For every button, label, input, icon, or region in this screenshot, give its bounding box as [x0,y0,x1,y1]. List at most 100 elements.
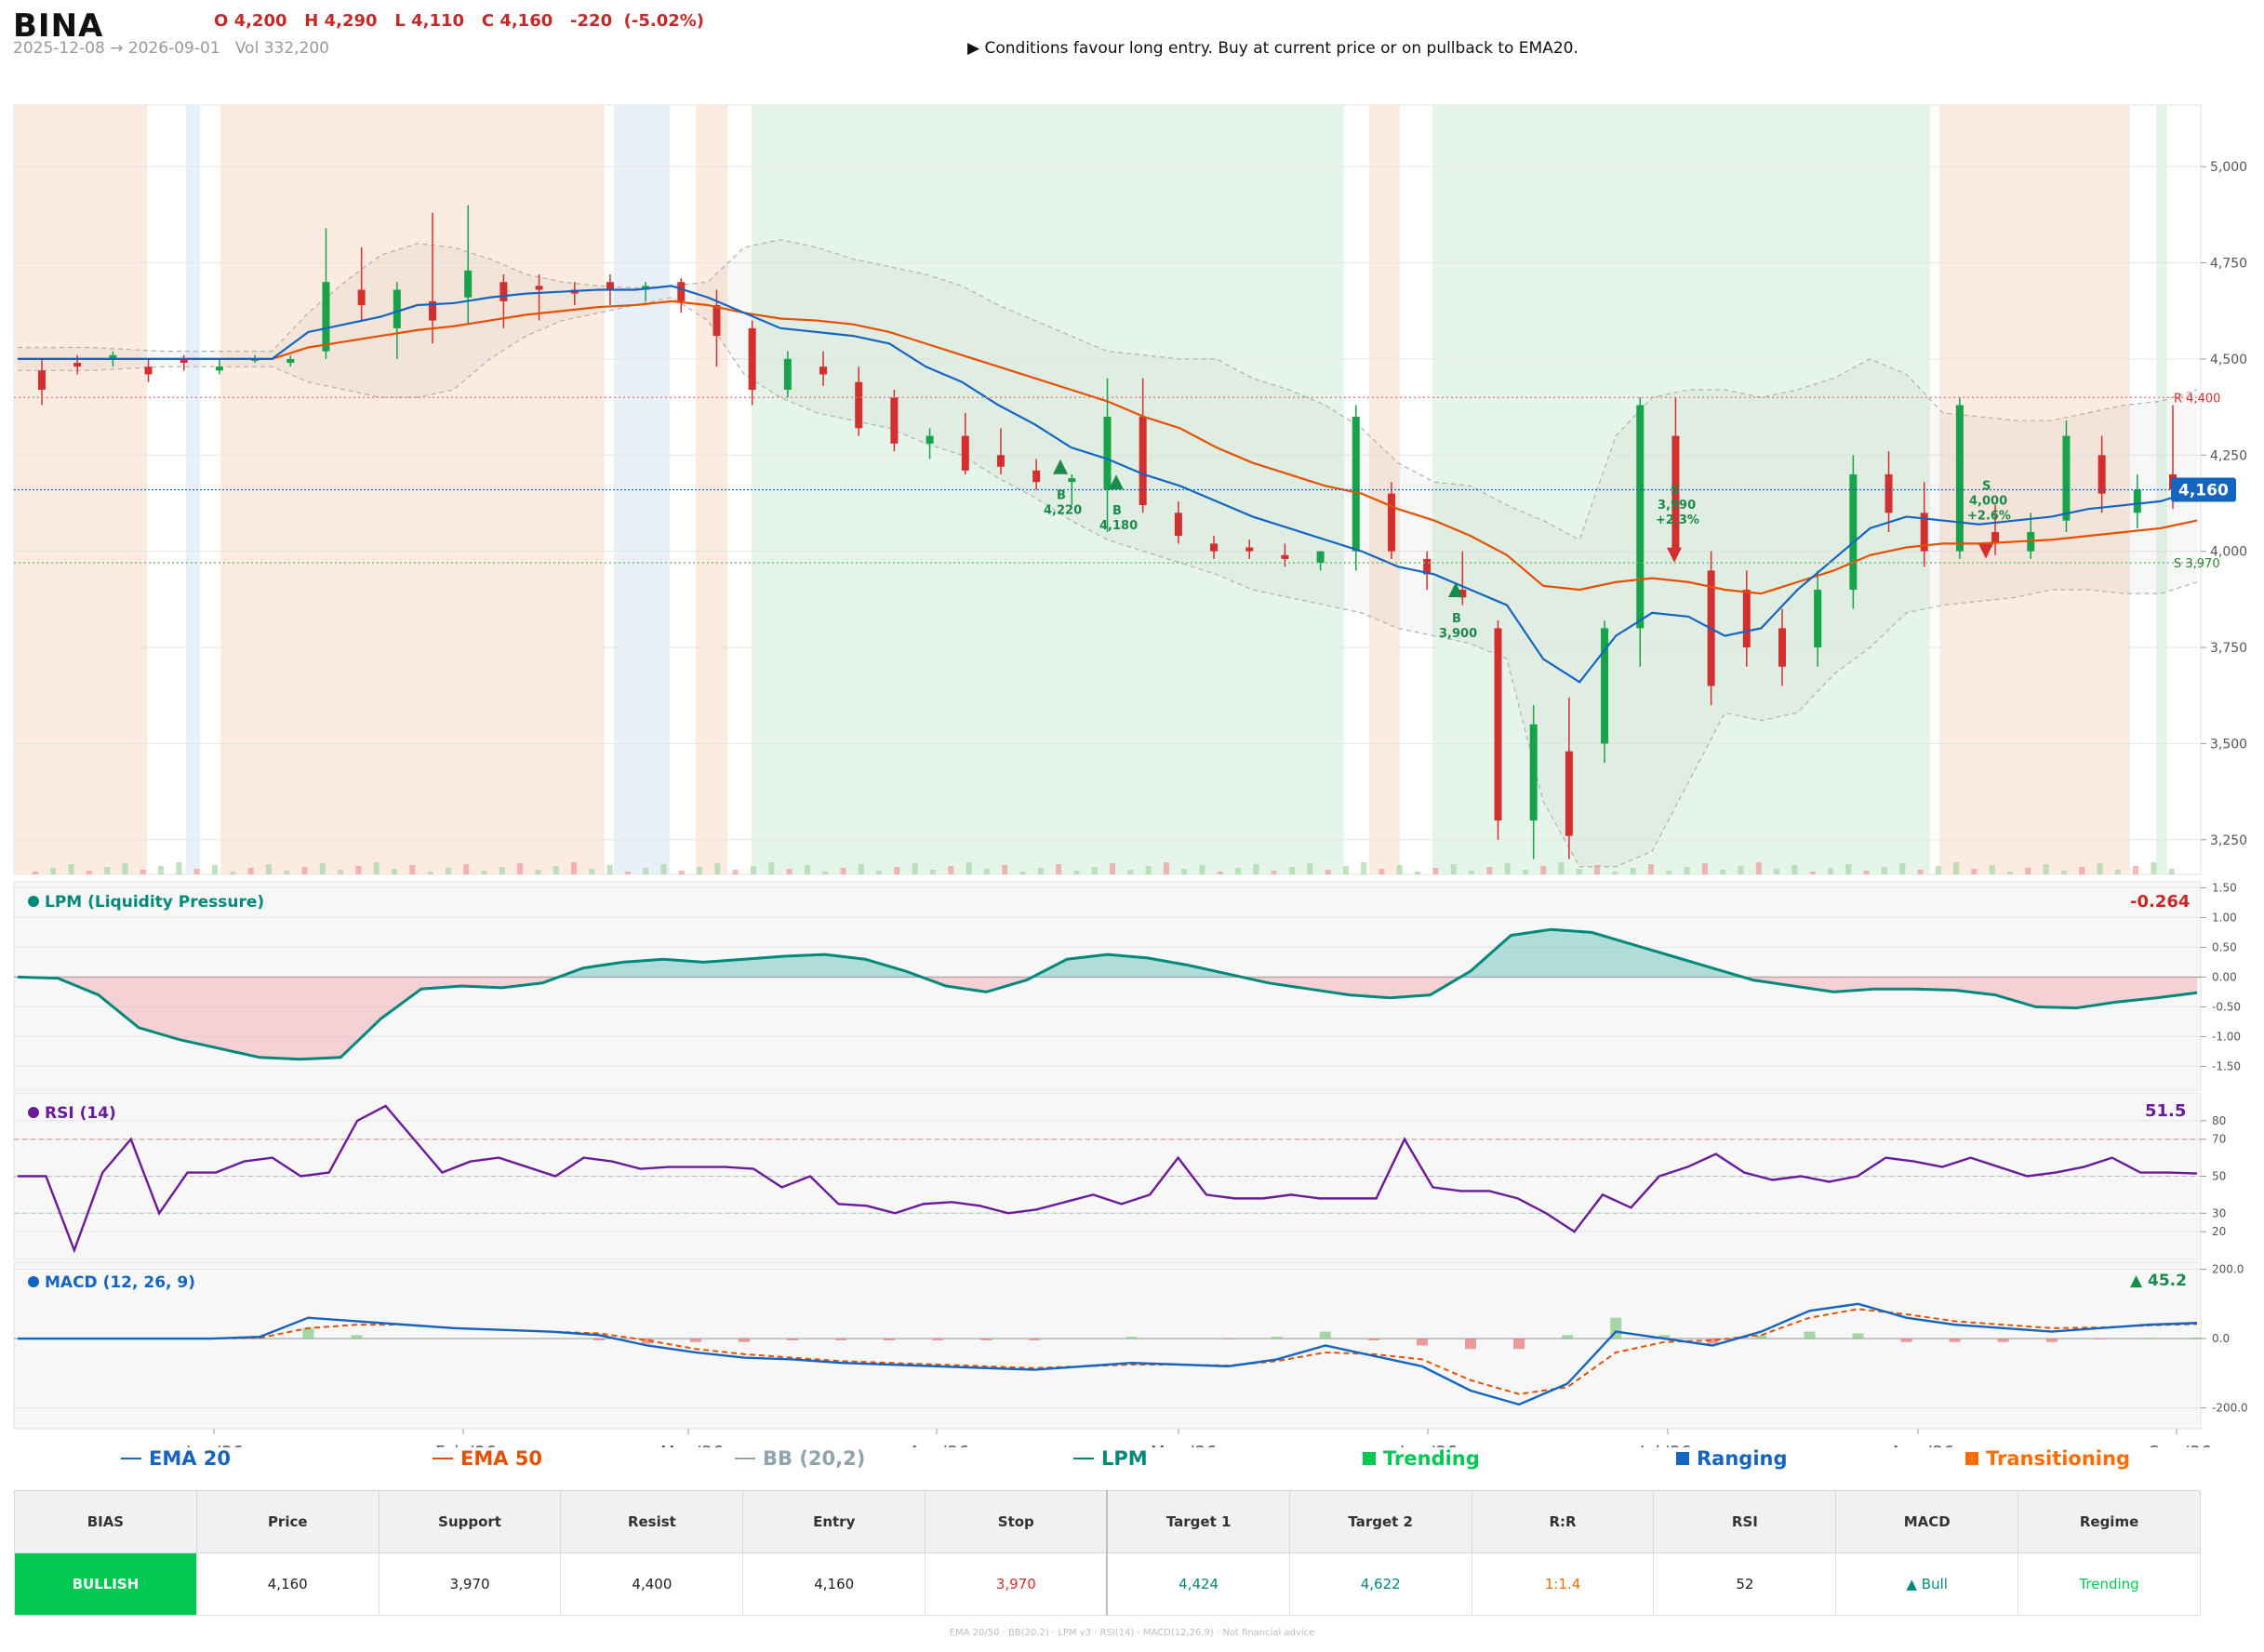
legend-ema50: EMA 50 [433,1447,542,1470]
volume-bar [33,872,38,874]
volume-bar [1056,864,1062,874]
summary-value-row: BULLISH 4,160 3,970 4,400 4,160 3,970 4,… [14,1552,2201,1616]
legend-trending-swatch [1363,1452,1376,1465]
volume-bar [732,870,739,874]
sell-marker-pct: +2.3% [1656,513,1699,527]
volume-bar [1791,865,1798,874]
macd-histogram-bar [1416,1339,1428,1346]
buy-marker-label: B [1452,612,1461,626]
volume-bar [1701,863,1708,874]
volume-bar [517,863,524,874]
candle-body [1387,493,1395,552]
macd-panel-bg [13,1261,2202,1430]
volume-bar [1845,864,1852,874]
candle-body [1849,473,1858,591]
summary-target1: 4,424 [1106,1552,1290,1616]
volume-bar [1666,871,1672,874]
volume-bar [338,870,344,874]
candle-body [2062,435,2071,521]
candle-body [712,305,721,337]
volume-bar [481,871,487,874]
volume-bar [822,872,829,874]
volume-bar [122,863,128,874]
volume-bar [571,862,577,874]
volume-bar [1486,867,1493,874]
volume-bar [1720,870,1726,874]
volume-bar [1415,872,1421,874]
volume-bar [1342,866,1349,874]
rsi-tick-label: 50 [2212,1170,2226,1183]
lpm-tick-label: -1.50 [2212,1059,2241,1072]
macd-histogram-bar [1997,1339,2009,1342]
candle-body [1529,724,1538,821]
legend-ema50-label: EMA 50 [460,1447,543,1470]
volume-bar [786,869,792,874]
summary-regime: Trending [2018,1552,2201,1616]
volume-bar [1145,866,1152,874]
volume-bar [212,865,218,874]
volume-bar [1612,872,1618,874]
lpm-tick-label: -1.00 [2212,1030,2241,1043]
legend-lpm: LPM [1073,1447,1148,1470]
macd-histogram-bar [932,1339,944,1340]
volume-bar [589,869,595,874]
candle-body [144,366,153,375]
macd-histogram-bar [1804,1331,1816,1339]
summary-stop: 3,970 [925,1552,1108,1616]
candle-body [855,381,863,429]
volume-bar [1684,867,1690,874]
volume-bar [1110,863,1115,874]
macd-histogram-bar [1949,1339,1961,1342]
summary-header-entry: Entry [742,1490,926,1553]
candle-body [286,358,295,364]
legend-bb-label: BB (20,2) [763,1447,866,1470]
macd-histogram-bar [1900,1339,1912,1342]
candle-body [535,286,543,290]
volume-bar [50,868,57,874]
buy-marker-label: B [1057,489,1066,503]
volume-bar [445,868,451,874]
macd-histogram-bar [593,1339,605,1340]
macd-histogram-bar [302,1327,314,1339]
volume-bar [606,865,613,874]
macd-histogram-bar [689,1339,701,1342]
volume-bar [876,871,883,874]
macd-histogram-bar [1029,1339,1041,1340]
volume-bar [1073,871,1080,874]
price-tick-label: 4,250 [2210,448,2247,463]
volume-bar [373,862,380,874]
buy-marker-label: B [1112,504,1122,518]
summary-header-target2: Target 2 [1288,1490,1472,1553]
candle-body [819,366,828,375]
candle-body [1955,405,1964,552]
macd-histogram-bar [1271,1337,1283,1339]
summary-entry: 4,160 [742,1552,926,1616]
volume-bar [2168,869,2175,874]
macd-tick-label: 200.0 [2212,1262,2244,1275]
macd-tick-label: -200.0 [2212,1402,2248,1415]
legend-ema20-swatch [121,1458,141,1459]
legend-ema50-swatch [433,1458,453,1459]
sell-marker-price: 3,990 [1658,499,1696,513]
candle-body [1636,405,1645,629]
candle-body [1245,547,1254,552]
chart-canvas[interactable]: 3,250 3,500 3,750 4,000 4,250 4,500 4,750 5,000… [0,0,2264,1447]
macd-histogram-bar [787,1339,799,1340]
candle-body [2098,455,2106,494]
volume-bar [176,862,182,874]
volume-bar [301,867,308,874]
buy-marker-price: 4,220 [1044,504,1082,518]
candle-body [38,370,46,390]
volume-bar [1540,866,1547,874]
legend-lpm-label: LPM [1101,1447,1148,1470]
volume-bar [1396,865,1403,874]
volume-bar [1199,865,1205,874]
volume-bar [1935,866,1941,874]
candle-body [748,327,756,390]
volume-bar [1127,870,1134,874]
macd-histogram-bar [1465,1339,1476,1350]
summary-header-rsi: RSI [1653,1490,1837,1553]
rsi-title-dot [28,1107,39,1118]
lpm-title-dot [28,896,39,907]
rsi-last-value: 51.5 [2145,1101,2186,1121]
